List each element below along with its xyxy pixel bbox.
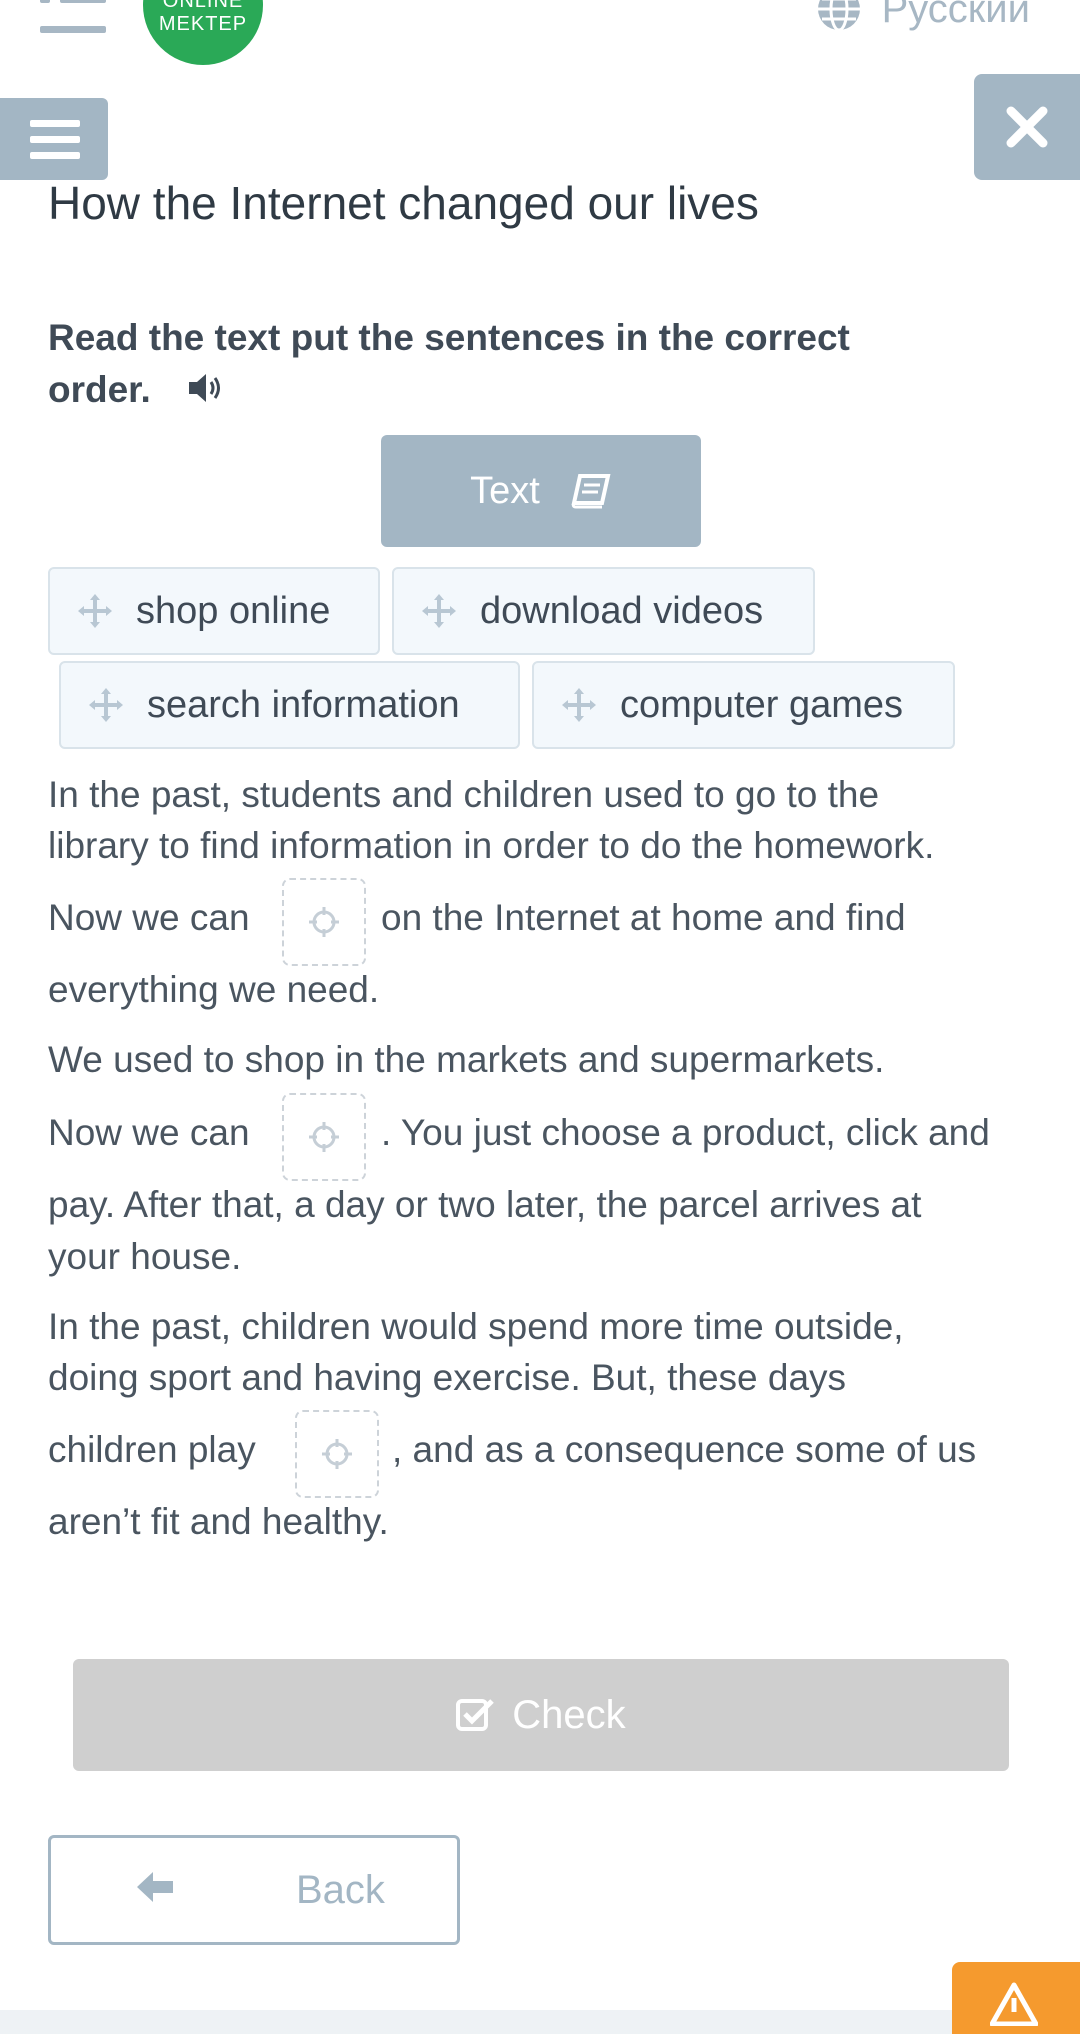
back-button[interactable]: Back — [48, 1835, 460, 1945]
option-chip-download-videos[interactable]: download videos — [392, 567, 815, 655]
logo-text-top: ONLINE — [162, 0, 244, 12]
side-menu-button[interactable] — [0, 98, 108, 180]
text-line: Now we can — [48, 1112, 250, 1153]
text-line: library to find information in order to … — [48, 825, 935, 866]
book-icon — [571, 474, 611, 509]
text-line: everything we need. — [48, 969, 380, 1010]
back-label: Back — [296, 1868, 385, 1912]
text-line: children play — [48, 1429, 256, 1470]
text-line: . You just choose a product, click and — [381, 1112, 990, 1153]
text-line: Now we can — [48, 897, 250, 938]
text-line: doing sport and having exercise. But, th… — [48, 1357, 847, 1398]
text-line: pay. After that, a day or two later, the… — [48, 1184, 922, 1225]
check-label: Check — [512, 1692, 626, 1737]
top-bar: ONLINE MEKTEP Русский — [0, 0, 1080, 80]
drop-slot-2[interactable] — [282, 1093, 366, 1181]
footer-strip — [0, 2010, 1080, 2034]
menu-icon-line — [30, 152, 80, 159]
instruction: Read the text put the sentences in the c… — [48, 312, 948, 416]
close-button[interactable] — [974, 74, 1080, 180]
report-problem-button[interactable] — [952, 1962, 1080, 2034]
nav-toggle-icon[interactable] — [40, 0, 106, 36]
logo-text-bottom: MEKTEP — [158, 13, 248, 35]
move-icon — [89, 688, 123, 722]
option-chip-search-information[interactable]: search information — [59, 661, 520, 749]
target-icon — [309, 1122, 339, 1152]
target-icon — [309, 907, 339, 937]
text-line: on the Internet at home and find — [381, 897, 906, 938]
drop-slot-1[interactable] — [282, 878, 366, 966]
move-icon — [78, 594, 112, 628]
arrow-left-icon — [137, 1872, 173, 1902]
option-chip-shop-online[interactable]: shop online — [48, 567, 380, 655]
text-line: We used to shop in the markets and super… — [48, 1039, 885, 1080]
text-button[interactable]: Text — [381, 435, 701, 547]
target-icon — [322, 1439, 352, 1469]
menu-icon — [30, 120, 80, 127]
option-label: search information — [147, 683, 460, 726]
move-icon — [422, 594, 456, 628]
text-line: your house. — [48, 1236, 242, 1277]
text-line: aren’t fit and healthy. — [48, 1501, 389, 1542]
text-line: , and as a consequence some of us — [392, 1429, 977, 1470]
text-line: In the past, children would spend more t… — [48, 1306, 904, 1347]
menu-icon-line — [30, 136, 80, 143]
text-line: In the past, students and children used … — [48, 774, 880, 815]
option-label: download videos — [480, 589, 764, 632]
drop-slot-3[interactable] — [295, 1410, 379, 1498]
option-label: shop online — [136, 589, 331, 632]
globe-icon — [817, 0, 860, 32]
language-label: Русский — [881, 0, 1030, 31]
move-icon — [562, 688, 596, 722]
option-label: computer games — [620, 683, 904, 726]
close-icon — [1006, 106, 1048, 148]
language-selector[interactable]: Русский — [816, 0, 1030, 32]
instruction-text: Read the text put the sentences in the c… — [48, 317, 850, 410]
check-button[interactable]: Check — [73, 1659, 1009, 1771]
option-chip-computer-games[interactable]: computer games — [532, 661, 955, 749]
text-button-label: Text — [470, 469, 540, 512]
page-title: How the Internet changed our lives — [48, 177, 759, 229]
check-square-icon — [456, 1699, 495, 1731]
speaker-icon[interactable] — [187, 371, 227, 405]
warning-icon — [990, 1982, 1038, 2026]
brand-logo[interactable]: ONLINE MEKTEP — [143, 0, 263, 65]
